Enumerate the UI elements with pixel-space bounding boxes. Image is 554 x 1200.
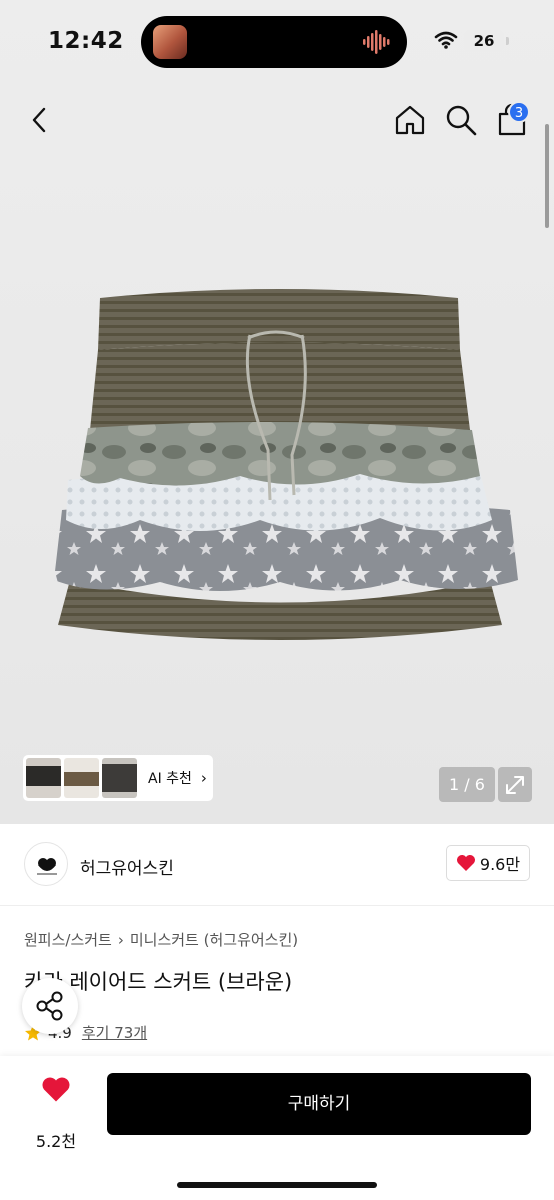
wishlist-button[interactable]: 5.2천 xyxy=(26,1076,86,1151)
brand-name[interactable]: 허그유어스킨 xyxy=(80,854,174,879)
breadcrumb: 원피스/스커트 › 미니스커트 (허그유어스킨) xyxy=(24,929,298,950)
share-button[interactable] xyxy=(22,978,78,1034)
home-icon[interactable] xyxy=(392,102,428,138)
breadcrumb-item[interactable]: 원피스/스커트 xyxy=(24,931,112,949)
ai-recommendation-label: AI 추천 xyxy=(148,771,192,787)
cart-count-badge: 3 xyxy=(508,101,530,123)
expand-button[interactable] xyxy=(498,767,532,802)
thumbnail-image[interactable] xyxy=(26,758,61,798)
wishlist-count: 5.2천 xyxy=(35,1132,77,1151)
buy-button[interactable]: 구매하기 xyxy=(107,1073,531,1135)
thumbnail-image[interactable] xyxy=(102,758,137,798)
expand-icon xyxy=(506,776,524,794)
ai-recommendation-button[interactable]: AI 추천 › xyxy=(23,755,213,801)
battery-level: 26 xyxy=(473,32,495,50)
product-image-gallery[interactable]: 12:42 26 3 AI 추천 › 1 / 6 xyxy=(0,0,554,824)
chevron-right-icon: › xyxy=(200,769,207,787)
scrollbar[interactable] xyxy=(545,124,549,228)
battery-icon: 26 xyxy=(464,30,504,52)
heart-icon xyxy=(456,855,475,871)
product-photo-skirt[interactable] xyxy=(40,280,520,660)
thumbnail-image[interactable] xyxy=(64,758,99,798)
wifi-icon xyxy=(434,31,458,49)
image-counter: 1 / 6 xyxy=(439,767,495,802)
music-album-thumb xyxy=(153,25,187,59)
bottom-action-bar: 5.2천 구매하기 xyxy=(0,1056,554,1200)
reviews-link[interactable]: 후기 73개 xyxy=(82,1022,147,1043)
brand-like-count: 9.6만 xyxy=(479,855,521,874)
brand-logo[interactable] xyxy=(24,842,68,886)
breadcrumb-item[interactable]: 미니스커트 (허그유어스킨) xyxy=(130,931,298,949)
dynamic-island xyxy=(141,16,407,68)
back-chevron-icon[interactable] xyxy=(24,104,56,136)
heart-icon xyxy=(42,1077,70,1102)
audio-waveform-icon xyxy=(363,30,390,54)
home-indicator xyxy=(177,1182,377,1188)
breadcrumb-separator: › xyxy=(117,931,124,949)
search-icon[interactable] xyxy=(443,102,479,138)
status-time: 12:42 xyxy=(48,28,124,54)
battery-cap xyxy=(506,37,509,45)
brand-like-button[interactable]: 9.6만 xyxy=(446,845,530,881)
brand-row[interactable]: 허그유어스킨 9.6만 xyxy=(0,824,554,906)
share-icon xyxy=(36,991,63,1021)
